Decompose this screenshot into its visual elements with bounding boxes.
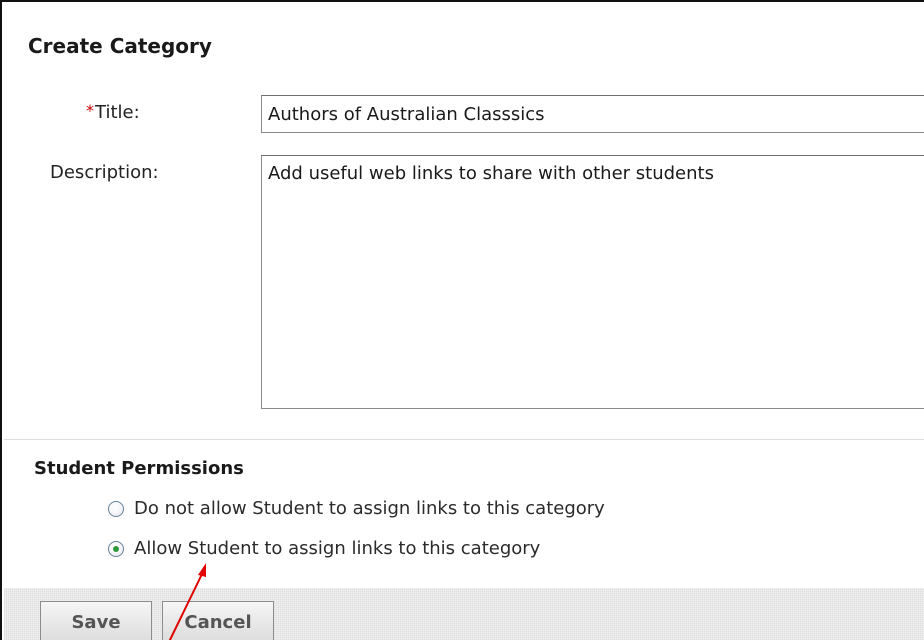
title-label: Title: bbox=[95, 102, 140, 123]
title-input[interactable] bbox=[261, 95, 924, 133]
page-title: Create Category bbox=[28, 34, 212, 58]
title-label-group: *Title: bbox=[86, 101, 140, 123]
required-marker: * bbox=[86, 101, 94, 120]
radio-button-deny[interactable] bbox=[108, 500, 124, 517]
button-bar: Save Cancel bbox=[4, 588, 924, 640]
permission-option-label: Do not allow Student to assign links to … bbox=[134, 498, 605, 519]
create-category-panel: Create Category *Title: Description: Add… bbox=[0, 0, 924, 640]
section-divider bbox=[4, 439, 924, 440]
radio-button-allow[interactable] bbox=[108, 540, 124, 557]
permission-option-deny[interactable]: Do not allow Student to assign links to … bbox=[108, 498, 605, 519]
description-label: Description: bbox=[50, 162, 159, 183]
permission-option-label: Allow Student to assign links to this ca… bbox=[134, 538, 541, 559]
cancel-button[interactable]: Cancel bbox=[162, 601, 274, 640]
student-permissions-heading: Student Permissions bbox=[34, 458, 244, 479]
save-button[interactable]: Save bbox=[40, 601, 152, 640]
description-textarea[interactable]: Add useful web links to share with other… bbox=[261, 155, 924, 409]
permission-option-allow[interactable]: Allow Student to assign links to this ca… bbox=[108, 538, 540, 559]
